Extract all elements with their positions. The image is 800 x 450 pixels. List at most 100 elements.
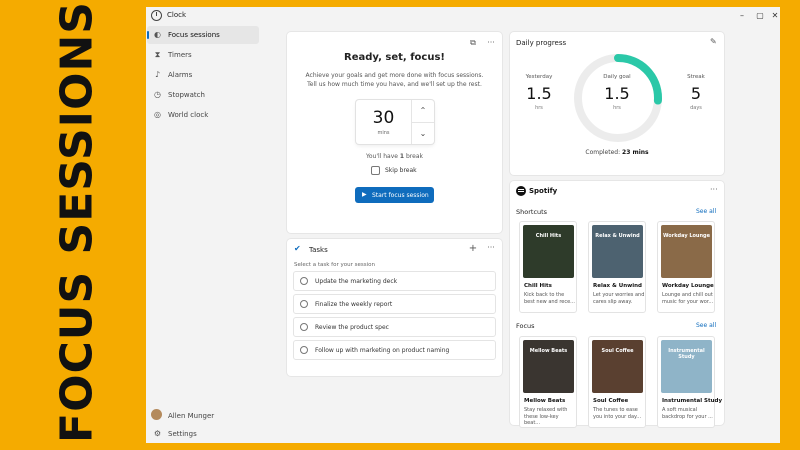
shortcuts-heading: Shortcuts [516, 208, 548, 216]
more-options-icon[interactable]: ··· [485, 38, 497, 47]
focus-session-card: ⧉ ··· Ready, set, focus! Achieve your go… [287, 32, 502, 233]
yesterday-unit: hrs [535, 105, 543, 111]
more-options-icon[interactable]: ··· [710, 185, 718, 194]
daily-goal-label: Daily goal [603, 74, 631, 80]
tasks-card: ✔ Tasks + ··· Select a task for your ses… [287, 239, 502, 376]
completed-summary: Completed: 23 mins [510, 149, 724, 156]
playlist-tile[interactable]: Soul Coffee Soul Coffee The tunes to ease … [588, 336, 646, 428]
playlist-cover-title: Chill Hits [535, 233, 562, 239]
banner-title: FOCUS SESSIONS [51, 1, 103, 443]
compact-mode-icon[interactable]: ⧉ [467, 38, 479, 48]
daily-progress-title: Daily progress [516, 39, 567, 47]
clock-app-icon [151, 10, 162, 21]
edit-icon[interactable]: ✎ [710, 37, 717, 46]
task-radio[interactable] [300, 300, 308, 308]
stopwatch-icon: ◷ [154, 90, 161, 99]
sidebar-item-world-clock[interactable]: ◎ World clock [147, 106, 259, 124]
task-item[interactable]: Follow up with marketing on product nami… [293, 340, 496, 360]
maximize-button[interactable]: ▢ [752, 9, 768, 23]
task-radio[interactable] [300, 277, 308, 285]
more-options-icon[interactable]: ··· [485, 243, 497, 252]
task-radio[interactable] [300, 346, 308, 354]
streak-value: 5 [690, 84, 702, 103]
playlist-tile[interactable]: Instrumental Study Instrumental Study A so… [657, 336, 722, 428]
playlist-cover-image[interactable]: Instrumental Study [661, 340, 712, 393]
playlist-description: The tunes to ease you into your day... [593, 407, 642, 420]
break-note-prefix: You'll have [366, 153, 400, 160]
playlist-cover-image[interactable]: Mellow Beats [523, 340, 574, 393]
duration-value[interactable]: 30 [356, 108, 411, 128]
task-item[interactable]: Update the marketing deck [293, 271, 496, 291]
chevron-up-icon[interactable]: ⌃ [412, 100, 434, 122]
avatar[interactable] [151, 409, 162, 420]
tasks-title: Tasks [309, 246, 328, 254]
task-item[interactable]: Finalize the weekly report [293, 294, 496, 314]
playlist-description: Stay relaxed with these low-key beat... [524, 407, 568, 426]
streak-unit: days [690, 105, 702, 111]
playlist-description: Lounge and chill out music for your wor.… [662, 292, 714, 305]
sidebar-item-focus-sessions[interactable]: ◐ Focus sessions [147, 26, 259, 44]
playlist-tile[interactable]: Chill Hits Chill Hits Kick back to the bes… [519, 221, 577, 313]
playlist-tile[interactable]: Relax & Unwind Relax & Unwind Let your wor… [588, 221, 646, 313]
globe-icon: ◎ [154, 110, 161, 119]
task-label: Update the marketing deck [315, 278, 398, 285]
task-item[interactable]: Review the product spec [293, 317, 496, 337]
duration-unit: mins [377, 130, 390, 136]
playlist-description: A soft musical backdrop for your ... [662, 407, 713, 420]
minimize-button[interactable]: – [734, 9, 750, 23]
focus-playlists-heading: Focus [516, 322, 535, 330]
completed-value: 23 mins [622, 149, 649, 156]
focus-description: Achieve your goals and get more done wit… [305, 72, 484, 88]
playlist-name: Soul Coffee [593, 398, 629, 404]
start-focus-button[interactable]: ▶ Start focus session [355, 187, 434, 203]
title-bar: Clock – ▢ ✕ [146, 7, 780, 25]
yesterday-label: Yesterday [525, 74, 553, 80]
sidebar-item-label: Timers [168, 51, 192, 59]
playlist-name: Workday Lounge [662, 283, 714, 289]
sidebar-item-label: Stopwatch [168, 91, 205, 99]
playlist-name: Instrumental Study [662, 398, 723, 404]
playlist-description: Kick back to the best new and rece... [524, 292, 575, 305]
break-note-suffix: break [404, 153, 423, 160]
playlist-tile[interactable]: Workday Lounge Workday Lounge Lounge and c… [657, 221, 715, 313]
daily-goal-unit: hrs [613, 105, 621, 111]
spotify-logo-icon [516, 186, 526, 196]
yesterday-stat: Yesterday 1.5 hrs [519, 74, 559, 111]
playlist-tile[interactable]: Mellow Beats Mellow Beats Stay relaxed wit… [519, 336, 577, 428]
sidebar-item-settings[interactable]: ⚙ Settings [147, 425, 259, 443]
daily-goal-stat: Daily goal 1.5 hrs [597, 74, 637, 111]
task-label: Follow up with marketing on product nami… [315, 347, 450, 354]
app-title: Clock [167, 11, 187, 19]
duration-stepper[interactable]: 30 mins ⌃ ⌄ [356, 100, 434, 144]
playlist-cover-image[interactable]: Chill Hits [523, 225, 574, 278]
sidebar: ◐ Focus sessions ⧗ Timers ♪ Alarms ◷ Sto… [146, 25, 259, 443]
task-radio[interactable] [300, 323, 308, 331]
streak-label: Streak [687, 74, 705, 80]
sidebar-item-timers[interactable]: ⧗ Timers [147, 46, 259, 64]
playlist-cover-title: Instrumental Study [668, 348, 705, 360]
playlist-cover-image[interactable]: Soul Coffee [592, 340, 643, 393]
spotify-card: Spotify ··· Shortcuts See all Chill Hits… [510, 181, 724, 428]
task-label: Finalize the weekly report [315, 301, 393, 308]
skip-break-toggle[interactable]: Skip break [371, 165, 431, 177]
tasks-hint: Select a task for your session [294, 262, 375, 268]
todo-check-icon: ✔ [294, 244, 301, 253]
playlist-name: Mellow Beats [524, 398, 566, 404]
chevron-down-icon[interactable]: ⌄ [412, 122, 434, 144]
user-name[interactable]: Allen Munger [168, 412, 214, 420]
close-button[interactable]: ✕ [767, 9, 780, 23]
skip-break-checkbox[interactable] [371, 166, 380, 175]
shortcuts-see-all-link[interactable]: See all [696, 208, 716, 215]
clock-app-window: Clock – ▢ ✕ ◐ Focus sessions ⧗ Timers ♪ … [146, 7, 780, 443]
sidebar-item-alarms[interactable]: ♪ Alarms [147, 66, 259, 84]
yesterday-value: 1.5 [526, 84, 552, 103]
playlist-name: Chill Hits [524, 283, 552, 289]
playlist-cover-image[interactable]: Workday Lounge [661, 225, 712, 278]
playlist-cover-image[interactable]: Relax & Unwind [592, 225, 643, 278]
sidebar-item-stopwatch[interactable]: ◷ Stopwatch [147, 86, 259, 104]
streak-stat: Streak 5 days [676, 74, 716, 111]
daily-progress-card: Daily progress ✎ Yesterday 1.5 hrs Daily… [510, 32, 724, 175]
focus-see-all-link[interactable]: See all [696, 322, 716, 329]
add-task-icon[interactable]: + [467, 243, 479, 254]
break-note: You'll have 1 break [287, 153, 502, 160]
